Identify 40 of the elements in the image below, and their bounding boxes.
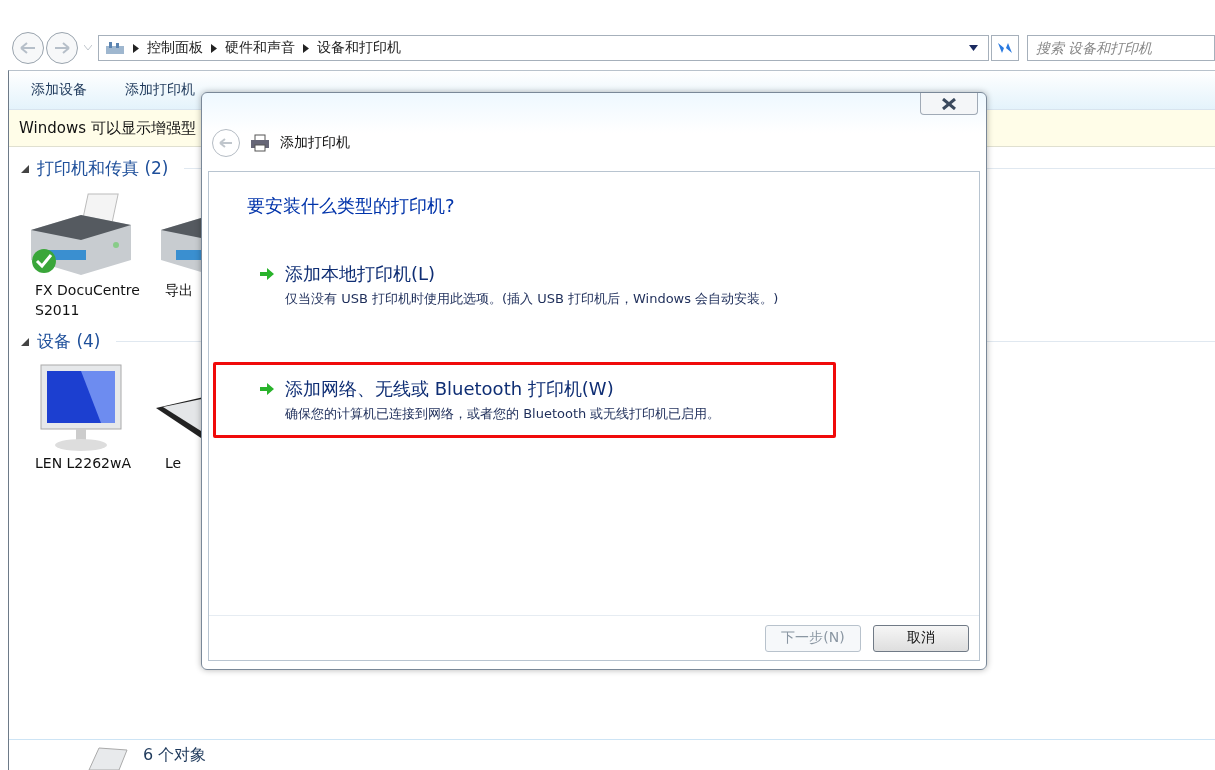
control-panel-icon <box>105 41 125 55</box>
arrow-icon <box>259 267 275 281</box>
device-label: FX DocuCentre S2011 <box>34 281 141 320</box>
device-label: LEN L2262wA <box>34 454 133 473</box>
left-arrow-icon <box>20 42 36 54</box>
group-header[interactable]: 设备 (4) <box>37 330 101 353</box>
toolbar-button[interactable]: 添加打印机 <box>117 77 203 103</box>
forward-button[interactable] <box>46 32 78 64</box>
address-bar[interactable]: 控制面板 硬件和声音 设备和打印机 <box>98 35 989 61</box>
arrow-icon <box>259 382 275 396</box>
dialog-title: 添加打印机 <box>280 134 350 152</box>
close-button[interactable] <box>920 93 978 115</box>
breadcrumb-arrow-icon <box>211 43 217 53</box>
device-label: Le <box>164 454 183 473</box>
check-badge-icon <box>31 248 57 274</box>
group-header[interactable]: 打印机和传真 (2) <box>37 157 169 180</box>
option-description: 确保您的计算机已连接到网络，或者您的 Bluetooth 或无线打印机已启用。 <box>285 405 722 423</box>
back-button[interactable] <box>212 129 240 157</box>
breadcrumb[interactable]: 控制面板 <box>147 39 203 57</box>
right-arrow-icon <box>54 42 70 54</box>
left-arrow-icon <box>219 138 233 148</box>
option-link[interactable]: 添加网络、无线或 Bluetooth 打印机(W) <box>285 377 614 401</box>
breadcrumb-arrow-icon <box>133 43 139 53</box>
option-link[interactable]: 添加本地打印机(L) <box>285 262 436 286</box>
breadcrumb-arrow-icon <box>303 43 309 53</box>
dropdown-caret-icon <box>969 45 978 51</box>
toolbar-button[interactable]: 添加设备 <box>23 77 95 103</box>
close-icon <box>942 97 956 110</box>
breadcrumb[interactable]: 硬件和声音 <box>225 39 295 57</box>
dropdown-caret-icon <box>84 45 92 51</box>
status-text: 6 个对象 <box>143 744 207 766</box>
breadcrumb[interactable]: 设备和打印机 <box>317 39 401 57</box>
back-button[interactable] <box>12 32 44 64</box>
device-label: 导出 <box>164 281 194 300</box>
dialog-heading: 要安装什么类型的打印机? <box>247 194 456 218</box>
dialog-button[interactable]: 取消 <box>873 624 969 652</box>
printer-icon <box>250 134 270 152</box>
option-description: 仅当没有 USB 打印机时使用此选项。(插入 USB 打印机后，Windows 会自动安装。) <box>285 290 780 308</box>
search-field[interactable]: 搜索 设备和打印机 <box>1027 35 1215 61</box>
refresh-button[interactable] <box>991 35 1019 61</box>
